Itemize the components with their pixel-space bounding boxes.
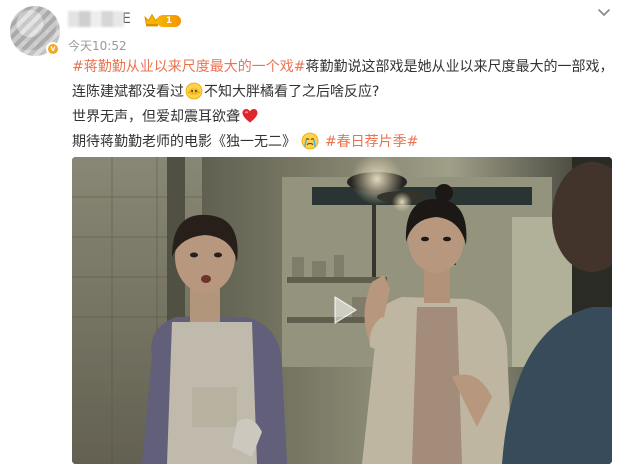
vip-badge[interactable]: 1 (143, 12, 181, 28)
post-text-segment: 期待蒋勤勤老师的电影《独一无二》 (72, 134, 296, 150)
username[interactable]: E (68, 11, 131, 31)
crying-emoji-icon (302, 132, 319, 150)
post-line-4: 期待蒋勤勤老师的电影《独一无二》 #春日荐片季# (72, 130, 617, 155)
post-timestamp[interactable]: 今天10:52 (68, 37, 127, 54)
peeking-emoji-icon (185, 82, 203, 100)
chevron-down-icon[interactable] (596, 6, 612, 20)
vip-level: 1 (157, 15, 181, 27)
hashtag-link[interactable]: #春日荐片季# (325, 134, 418, 150)
post-text: #蒋勤勤从业以来尺度最大的一个戏#蒋勤勤说这部戏是她从业以来尺度最大的一部戏， … (72, 55, 617, 155)
red-heart-icon (242, 109, 258, 123)
post-text-segment: 蒋勤勤说这部戏是她从业以来尺度最大的一部戏， (305, 59, 614, 75)
post-text-segment: 世界无声，但爱却震耳欲聋 (72, 109, 240, 125)
post-text-segment: 不知大胖橘看了之后啥反应? (204, 84, 380, 100)
post-line-2: 连陈建斌都没看过 不知大胖橘看了之后啥反应? (72, 80, 617, 105)
post-line-3: 世界无声，但爱却震耳欲聋 (72, 105, 617, 130)
play-icon[interactable] (323, 290, 363, 330)
video-player[interactable] (72, 157, 612, 464)
verified-badge-icon: v (46, 42, 60, 56)
post-text-segment: 连陈建斌都没看过 (72, 84, 184, 100)
post-line-1: #蒋勤勤从业以来尺度最大的一个戏#蒋勤勤说这部戏是她从业以来尺度最大的一部戏， (72, 55, 617, 80)
username-mosaic (68, 11, 124, 27)
hashtag-link[interactable]: #蒋勤勤从业以来尺度最大的一个戏# (72, 59, 305, 75)
